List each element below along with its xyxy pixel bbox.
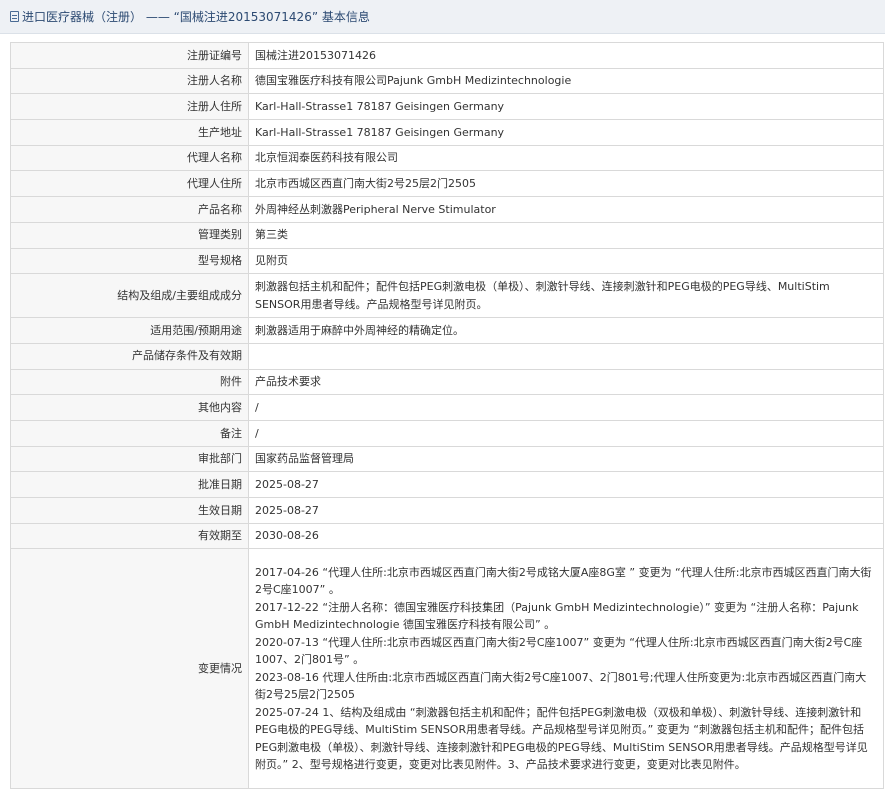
row-label: 附件 bbox=[10, 368, 249, 396]
table-row: 注册证编号 国械注进20153071426 bbox=[10, 42, 884, 69]
row-value: 见附页 bbox=[248, 247, 884, 275]
row-value: 刺激器包括主机和配件；配件包括PEG刺激电极（单极）、刺激针导线、连接刺激针和P… bbox=[248, 273, 884, 319]
change-entry: 2025-07-24 1、结构及组成由 “刺激器包括主机和配件；配件包括PEG刺… bbox=[255, 705, 868, 772]
row-label: 审批部门 bbox=[10, 445, 249, 473]
row-value: 2025-08-27 bbox=[248, 497, 884, 524]
row-value: Karl-Hall-Strasse1 78187 Geisingen Germa… bbox=[248, 93, 884, 121]
row-label: 备注 bbox=[10, 419, 249, 447]
info-table: 注册证编号 国械注进20153071426 注册人名称 德国宝雅医疗科技有限公司… bbox=[10, 42, 884, 789]
table-row: 型号规格 见附页 bbox=[10, 247, 884, 275]
row-value: / bbox=[248, 394, 884, 421]
table-row: 管理类别 第三类 bbox=[10, 221, 884, 249]
row-label: 注册人住所 bbox=[10, 93, 249, 121]
change-entry: 2017-04-26 “代理人住所:北京市西城区西直门南大街2号成铭大厦A座8G… bbox=[255, 565, 872, 597]
row-value: 2025-08-27 bbox=[248, 471, 884, 498]
row-label: 管理类别 bbox=[10, 221, 249, 249]
row-label: 适用范围/预期用途 bbox=[10, 317, 249, 344]
table-row: 备注 / bbox=[10, 419, 884, 447]
table-row: 有效期至 2030-08-26 bbox=[10, 522, 884, 550]
change-history-value: 2017-04-26 “代理人住所:北京市西城区西直门南大街2号成铭大厦A座8G… bbox=[248, 548, 884, 789]
row-value: 外周神经丛刺激器Peripheral Nerve Stimulator bbox=[248, 196, 884, 223]
row-value: Karl-Hall-Strasse1 78187 Geisingen Germa… bbox=[248, 119, 884, 146]
row-value: 德国宝雅医疗科技有限公司Pajunk GmbH Medizintechnolog… bbox=[248, 67, 884, 95]
row-label: 生产地址 bbox=[10, 119, 249, 146]
table-row: 结构及组成/主要组成成分 刺激器包括主机和配件；配件包括PEG刺激电极（单极）、… bbox=[10, 273, 884, 319]
table-row: 适用范围/预期用途 刺激器适用于麻醉中外周神经的精确定位。 bbox=[10, 317, 884, 344]
table-row: 审批部门 国家药品监督管理局 bbox=[10, 445, 884, 473]
row-label: 型号规格 bbox=[10, 247, 249, 275]
row-label: 批准日期 bbox=[10, 471, 249, 498]
row-label: 产品名称 bbox=[10, 196, 249, 223]
row-value: 产品技术要求 bbox=[248, 368, 884, 396]
change-entry: 2020-07-13 “代理人住所:北京市西城区西直门南大街2号C座1007” … bbox=[255, 635, 863, 667]
row-label: 有效期至 bbox=[10, 522, 249, 550]
table-row: 注册人住所 Karl-Hall-Strasse1 78187 Geisingen… bbox=[10, 93, 884, 121]
row-value: 北京市西城区西直门南大街2号25层2门2505 bbox=[248, 170, 884, 198]
table-row: 产品名称 外周神经丛刺激器Peripheral Nerve Stimulator bbox=[10, 196, 884, 223]
page-header: 进口医疗器械（注册） —— “国械注进20153071426” 基本信息 bbox=[0, 0, 885, 34]
change-entry: 2023-08-16 代理人住所由:北京市西城区西直门南大街2号C座1007、2… bbox=[255, 670, 867, 702]
table-row: 批准日期 2025-08-27 bbox=[10, 471, 884, 498]
row-label: 注册人名称 bbox=[10, 67, 249, 95]
row-value: 第三类 bbox=[248, 221, 884, 249]
row-label: 注册证编号 bbox=[10, 42, 249, 69]
document-icon bbox=[10, 10, 19, 22]
row-label: 结构及组成/主要组成成分 bbox=[10, 273, 249, 319]
row-value: 刺激器适用于麻醉中外周神经的精确定位。 bbox=[248, 317, 884, 344]
row-label: 代理人名称 bbox=[10, 144, 249, 172]
table-row: 附件 产品技术要求 bbox=[10, 368, 884, 396]
table-row: 代理人住所 北京市西城区西直门南大街2号25层2门2505 bbox=[10, 170, 884, 198]
table-row: 代理人名称 北京恒润泰医药科技有限公司 bbox=[10, 144, 884, 172]
table-row: 其他内容 / bbox=[10, 394, 884, 421]
change-history-row: 变更情况 2017-04-26 “代理人住所:北京市西城区西直门南大街2号成铭大… bbox=[10, 548, 884, 789]
row-value: / bbox=[248, 419, 884, 447]
page-title: 进口医疗器械（注册） —— “国械注进20153071426” 基本信息 bbox=[22, 10, 370, 24]
row-label: 其他内容 bbox=[10, 394, 249, 421]
table-row: 生效日期 2025-08-27 bbox=[10, 497, 884, 524]
table-row: 产品储存条件及有效期 bbox=[10, 342, 884, 370]
row-value: 国械注进20153071426 bbox=[248, 42, 884, 69]
table-row: 注册人名称 德国宝雅医疗科技有限公司Pajunk GmbH Medizintec… bbox=[10, 67, 884, 95]
row-label: 产品储存条件及有效期 bbox=[10, 342, 249, 370]
row-value bbox=[248, 342, 884, 370]
table-row: 生产地址 Karl-Hall-Strasse1 78187 Geisingen … bbox=[10, 119, 884, 146]
change-entry: 2017-12-22 “注册人名称：德国宝雅医疗科技集团（Pajunk GmbH… bbox=[255, 600, 859, 632]
row-value: 2030-08-26 bbox=[248, 522, 884, 550]
row-label: 生效日期 bbox=[10, 497, 249, 524]
row-label: 代理人住所 bbox=[10, 170, 249, 198]
row-value: 北京恒润泰医药科技有限公司 bbox=[248, 144, 884, 172]
row-value: 国家药品监督管理局 bbox=[248, 445, 884, 473]
change-history-label: 变更情况 bbox=[10, 548, 249, 789]
